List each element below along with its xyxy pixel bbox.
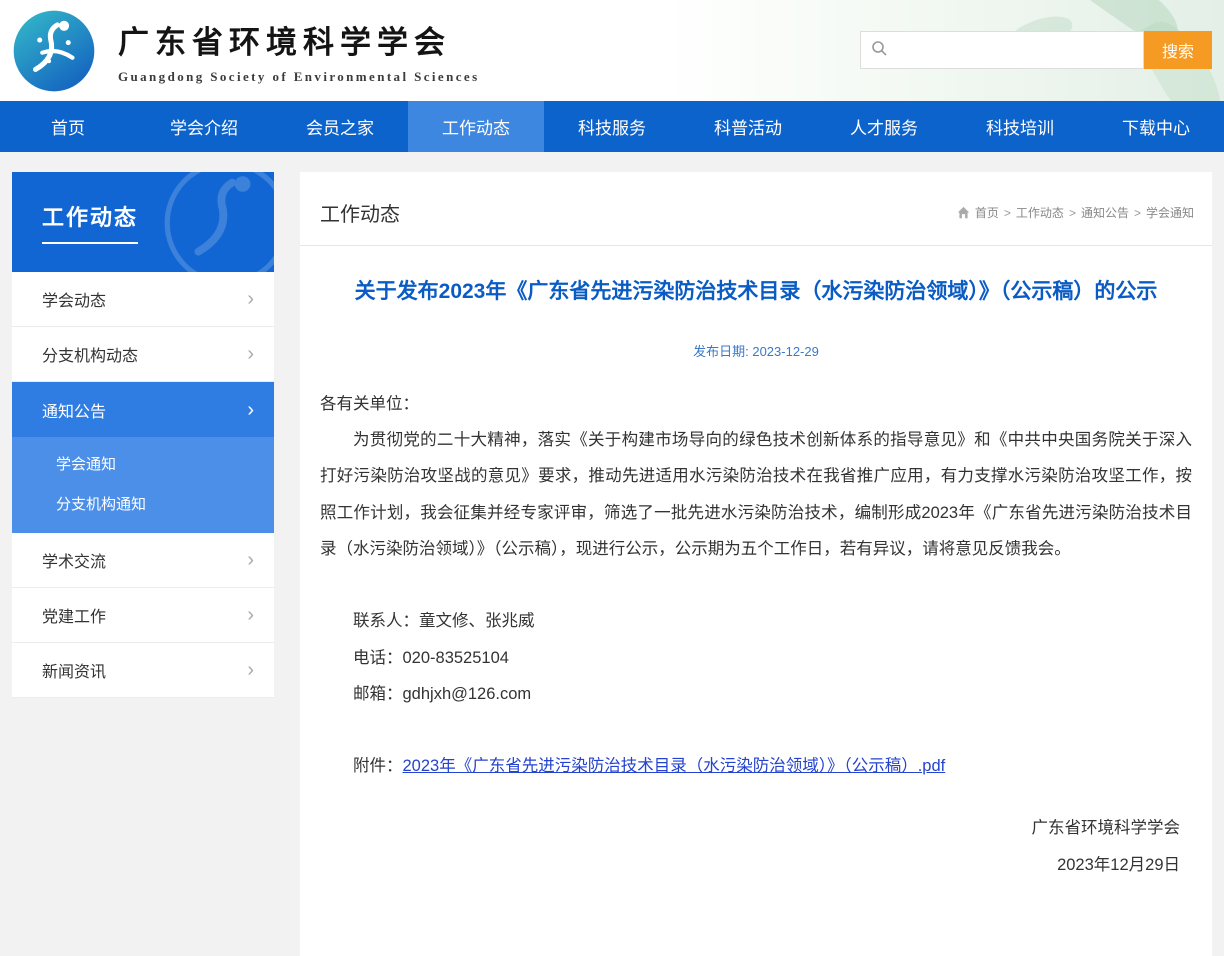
nav-item-work-news[interactable]: 工作动态 [408,101,544,152]
site-title: 广东省环境科学学会 [118,17,480,62]
breadcrumb-notices[interactable]: 通知公告 [1081,204,1129,221]
sidebar-item-branch-news[interactable]: 分支机构动态 › [12,327,274,382]
panel-header: 工作动态 首页 > 工作动态 > 通知公告 > 学会通知 [300,172,1212,246]
breadcrumb-home[interactable]: 首页 [975,204,999,221]
contact-phone: 电话：020-83525104 [320,640,1192,676]
chevron-right-icon: › [247,344,254,364]
nav-item-about[interactable]: 学会介绍 [136,101,272,152]
sidebar-item-notices[interactable]: 通知公告 › [12,382,274,437]
sidebar-item-party-building[interactable]: 党建工作 › [12,588,274,643]
breadcrumb: 首页 > 工作动态 > 通知公告 > 学会通知 [957,204,1194,221]
contact-person: 联系人：童文修、张兆威 [320,603,1192,639]
home-icon [957,206,970,219]
chevron-right-icon: › [247,605,254,625]
nav-item-tech-training[interactable]: 科技培训 [952,101,1088,152]
nav-item-tech-services[interactable]: 科技服务 [544,101,680,152]
search-icon [871,40,887,61]
sidebar-item-label: 党建工作 [42,603,106,627]
article-publish-date: 发布日期: 2023-12-29 [320,341,1192,360]
sidebar-item-society-news[interactable]: 学会动态 › [12,272,274,327]
site-header: 广东省环境科学学会 Guangdong Society of Environme… [0,0,1224,101]
chevron-right-icon: › [247,400,254,420]
sidebar-title: 工作动态 [42,200,138,244]
sidebar-item-label: 新闻资讯 [42,658,106,682]
contact-block: 联系人：童文修、张兆威 电话：020-83525104 邮箱：gdhjxh@12… [320,603,1192,712]
main-panel: 工作动态 首页 > 工作动态 > 通知公告 > 学会通知 关于发布2023年《广… [300,172,1212,956]
search-button[interactable]: 搜索 [1144,31,1212,69]
breadcrumb-separator: > [1134,206,1141,220]
article-paragraph: 为贯彻党的二十大精神，落实《关于构建市场导向的绿色技术创新体系的指导意见》和《中… [320,422,1192,567]
chevron-right-icon: › [247,550,254,570]
attachment-label: 附件： [353,757,403,775]
signature-block: 广东省环境科学学会 2023年12月29日 [320,810,1192,883]
nav-item-science-popularization[interactable]: 科普活动 [680,101,816,152]
search-area: 搜索 [860,31,1212,69]
content-wrap: 工作动态 学会动态 › 分支机构动态 › 通知公告 › [0,152,1224,956]
attachment-pdf-link[interactable]: 2023年《广东省先进污染防治技术目录（水污染防治领域）》（公示稿）.pdf [403,757,946,775]
signature-org: 广东省环境科学学会 [320,810,1180,846]
article-body: 各有关单位： 为贯彻党的二十大精神，落实《关于构建市场导向的绿色技术创新体系的指… [320,386,1192,883]
sidebar-item-academic-exchange[interactable]: 学术交流 › [12,533,274,588]
sidebar-item-news-info[interactable]: 新闻资讯 › [12,643,274,698]
signature-date: 2023年12月29日 [320,847,1180,883]
sidebar-watermark-logo-icon [162,172,274,272]
sidebar: 工作动态 学会动态 › 分支机构动态 › 通知公告 › [12,172,274,698]
sidebar-item-label: 学会动态 [42,287,106,311]
sidebar-item-label: 通知公告 [42,398,106,422]
sidebar-item-label: 学术交流 [42,548,106,572]
article: 关于发布2023年《广东省先进污染防治技术目录（水污染防治领域）》（公示稿）的公… [300,274,1212,883]
sidebar-menu: 学会动态 › 分支机构动态 › 通知公告 › 学会通知 分支机构通知 学术交流 … [12,272,274,698]
section-title: 工作动态 [320,198,400,227]
chevron-right-icon: › [247,660,254,680]
nav-item-talent-services[interactable]: 人才服务 [816,101,952,152]
attachment-line: 附件：2023年《广东省先进污染防治技术目录（水污染防治领域）》（公示稿）.pd… [320,748,1192,784]
nav-item-download-center[interactable]: 下载中心 [1088,101,1224,152]
submenu-item-branch-notices[interactable]: 分支机构通知 [12,485,274,525]
sidebar-submenu: 学会通知 分支机构通知 [12,437,274,533]
search-input[interactable] [895,42,1133,58]
breadcrumb-work-news[interactable]: 工作动态 [1016,204,1064,221]
breadcrumb-separator: > [1004,206,1011,220]
nav-item-home[interactable]: 首页 [0,101,136,152]
breadcrumb-society-notices[interactable]: 学会通知 [1146,204,1194,221]
sidebar-header: 工作动态 [12,172,274,272]
search-box [860,31,1144,69]
main-nav: 首页 学会介绍 会员之家 工作动态 科技服务 科普活动 人才服务 科技培训 下载… [0,101,1224,152]
site-subtitle: Guangdong Society of Environmental Scien… [118,69,480,85]
article-title: 关于发布2023年《广东省先进污染防治技术目录（水污染防治领域）》（公示稿）的公… [350,274,1162,311]
sidebar-submenu-container: 学会通知 分支机构通知 [12,437,274,533]
contact-email: 邮箱：gdhjxh@126.com [320,676,1192,712]
breadcrumb-separator: > [1069,206,1076,220]
sidebar-item-label: 分支机构动态 [42,342,138,366]
nav-item-members[interactable]: 会员之家 [272,101,408,152]
article-salutation: 各有关单位： [320,386,1192,422]
site-title-block: 广东省环境科学学会 Guangdong Society of Environme… [118,17,480,85]
submenu-item-society-notices[interactable]: 学会通知 [12,445,274,485]
society-logo-icon [12,9,96,93]
chevron-right-icon: › [247,289,254,309]
